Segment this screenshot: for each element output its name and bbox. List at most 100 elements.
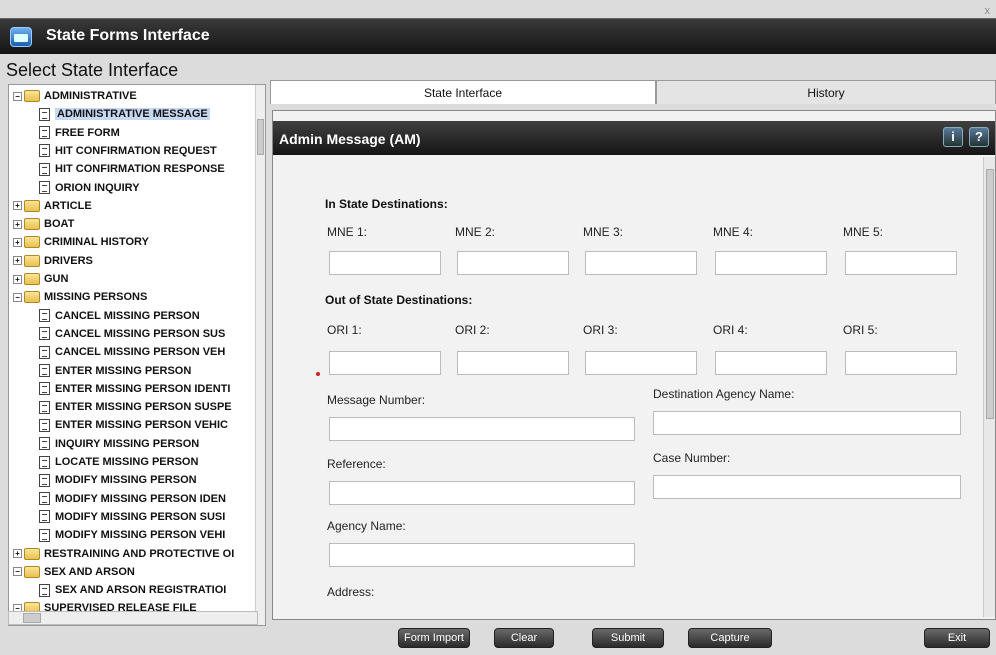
close-icon[interactable]: x xyxy=(985,5,991,17)
form-header: Admin Message (AM) i ? xyxy=(273,121,995,155)
ori-4-field[interactable] xyxy=(715,351,827,375)
document-icon xyxy=(39,181,50,194)
expand-icon[interactable]: + xyxy=(13,201,22,211)
tree-item-label: HIT CONFIRMATION RESPONSE xyxy=(55,163,225,176)
form-scrollbar[interactable] xyxy=(983,157,995,617)
form-panel: Admin Message (AM) i ? In State Destinat… xyxy=(272,110,996,620)
tree-item[interactable]: CANCEL MISSING PERSON SUS xyxy=(39,325,225,343)
ori-3-label: ORI 3: xyxy=(583,323,618,337)
tree-folder[interactable]: + CRIMINAL HISTORY xyxy=(13,233,149,251)
ori-5-label: ORI 5: xyxy=(843,323,878,337)
info-icon[interactable]: i xyxy=(943,127,963,147)
tree-hscroll-thumb[interactable] xyxy=(23,613,41,623)
tree-item[interactable]: HIT CONFIRMATION REQUEST xyxy=(39,142,217,160)
capture-button[interactable]: Capture xyxy=(688,628,772,648)
tree-item[interactable]: CANCEL MISSING PERSON xyxy=(39,307,200,325)
case-number-field[interactable] xyxy=(653,475,961,499)
exit-button[interactable]: Exit xyxy=(924,628,990,648)
collapse-icon[interactable]: − xyxy=(13,292,22,302)
tree-item[interactable]: MODIFY MISSING PERSON SUSI xyxy=(39,508,225,526)
tree-item[interactable]: CANCEL MISSING PERSON VEH xyxy=(39,343,225,361)
tree-folder[interactable]: + DRIVERS xyxy=(13,252,93,270)
tree-item[interactable]: ORION INQUIRY xyxy=(39,179,140,197)
tree-item[interactable]: ENTER MISSING PERSON IDENTI xyxy=(39,380,230,398)
collapse-icon[interactable]: − xyxy=(13,91,22,101)
form-scroll-thumb[interactable] xyxy=(986,169,994,419)
ori-2-label: ORI 2: xyxy=(455,323,490,337)
tab-history[interactable]: History xyxy=(656,80,996,104)
tree-item-label: ENTER MISSING PERSON xyxy=(55,364,192,377)
expand-icon[interactable]: + xyxy=(13,274,22,284)
tree-folder[interactable]: + RESTRAINING AND PROTECTIVE OI xyxy=(13,545,234,563)
tree-item-label: SEX AND ARSON REGISTRATIOI xyxy=(55,584,227,597)
mne-1-field[interactable] xyxy=(329,251,441,275)
in-state-heading: In State Destinations: xyxy=(325,197,448,211)
ori-4-label: ORI 4: xyxy=(713,323,748,337)
clear-button[interactable]: Clear xyxy=(494,628,554,648)
tree-scrollbar[interactable] xyxy=(255,85,265,625)
tree-item-label: RESTRAINING AND PROTECTIVE OI xyxy=(44,547,235,560)
tree-item-label: ENTER MISSING PERSON VEHIC xyxy=(55,419,228,432)
tree-item-label: MISSING PERSONS xyxy=(44,291,148,304)
folder-icon xyxy=(24,273,40,285)
ori-1-label: ORI 1: xyxy=(327,323,362,337)
forms-tree[interactable]: − ADMINISTRATIVE ADMINISTRATIVE MESSAGE FRE… xyxy=(8,84,266,626)
tree-item[interactable]: ENTER MISSING PERSON VEHIC xyxy=(39,416,228,434)
tree-item-label: DRIVERS xyxy=(44,254,93,267)
ori-5-field[interactable] xyxy=(845,351,957,375)
expand-icon[interactable]: + xyxy=(13,256,22,266)
folder-icon xyxy=(24,199,40,212)
tree-folder[interactable]: − MISSING PERSONS xyxy=(13,288,147,306)
expand-icon[interactable]: + xyxy=(13,219,22,229)
submit-button[interactable]: Submit xyxy=(592,628,664,648)
tree-item-label: ADMINISTRATIVE xyxy=(44,90,137,102)
tree-horizontal-scrollbar[interactable] xyxy=(8,611,258,625)
mne-5-field[interactable] xyxy=(845,251,957,275)
tree-item[interactable]: ENTER MISSING PERSON xyxy=(39,362,191,380)
tree-item[interactable]: MODIFY MISSING PERSON IDEN xyxy=(39,490,226,508)
tree-item-label: INQUIRY MISSING PERSON xyxy=(55,437,200,450)
ori-1-field[interactable] xyxy=(329,351,441,375)
tree-item[interactable]: FREE FORM xyxy=(39,124,120,142)
tree-item[interactable]: MODIFY MISSING PERSON xyxy=(39,471,197,489)
tree-folder[interactable]: + BOAT xyxy=(13,215,74,233)
tree-item[interactable]: INQUIRY MISSING PERSON xyxy=(39,435,199,453)
document-icon xyxy=(39,528,50,542)
document-icon xyxy=(39,418,50,432)
destination-agency-field[interactable] xyxy=(653,411,961,435)
folder-icon xyxy=(24,565,40,578)
tree-item-label: MODIFY MISSING PERSON SUSI xyxy=(55,510,226,523)
tree-folder[interactable]: + ARTICLE xyxy=(13,197,92,215)
tree-folder[interactable]: + GUN xyxy=(13,270,68,288)
collapse-icon[interactable]: − xyxy=(13,567,22,577)
tree-item[interactable]: ENTER MISSING PERSON SUSPE xyxy=(39,398,232,416)
document-icon xyxy=(39,400,50,414)
tree-folder[interactable]: − ADMINISTRATIVE xyxy=(13,87,137,105)
tree-item[interactable]: ADMINISTRATIVE MESSAGE xyxy=(39,105,210,123)
tree-item-label: ORION INQUIRY xyxy=(55,181,140,194)
select-interface-label: Select State Interface xyxy=(6,60,179,80)
tree-item[interactable]: SEX AND ARSON REGISTRATIOI xyxy=(39,581,226,599)
help-icon[interactable]: ? xyxy=(969,127,989,147)
tree-item[interactable]: LOCATE MISSING PERSON xyxy=(39,453,198,471)
expand-icon[interactable]: + xyxy=(13,237,22,247)
ori-3-field[interactable] xyxy=(585,351,697,375)
tree-item[interactable]: HIT CONFIRMATION RESPONSE xyxy=(39,160,225,178)
message-number-field[interactable] xyxy=(329,417,635,441)
document-icon xyxy=(39,162,50,176)
mne-2-field[interactable] xyxy=(457,251,569,275)
mne-3-field[interactable] xyxy=(585,251,697,275)
tree-item-label: LOCATE MISSING PERSON xyxy=(55,456,199,468)
mne-4-field[interactable] xyxy=(715,251,827,275)
tree-scroll-thumb[interactable] xyxy=(257,119,264,155)
reference-field[interactable] xyxy=(329,481,635,505)
tree-item-label: SEX AND ARSON xyxy=(44,565,135,578)
ori-2-field[interactable] xyxy=(457,351,569,375)
case-number-label: Case Number: xyxy=(653,451,731,465)
expand-icon[interactable]: + xyxy=(13,549,22,558)
tab-state-interface[interactable]: State Interface xyxy=(270,80,656,104)
form-import-button[interactable]: Form Import xyxy=(398,628,470,648)
tree-folder[interactable]: − SEX AND ARSON xyxy=(13,563,135,581)
tree-item[interactable]: MODIFY MISSING PERSON VEHI xyxy=(39,526,225,544)
agency-name-field[interactable] xyxy=(329,543,635,567)
